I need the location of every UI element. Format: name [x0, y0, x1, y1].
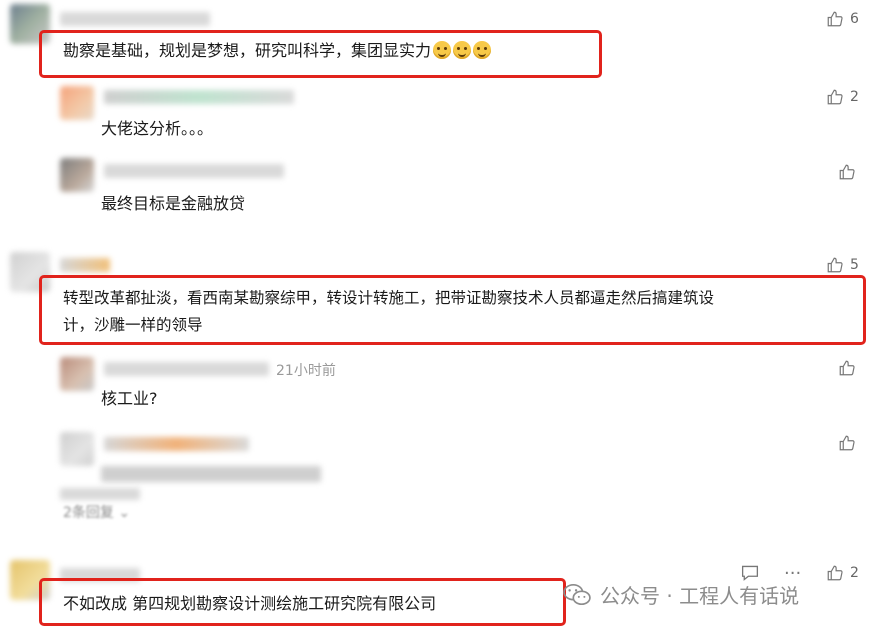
reply-text: 核工业? — [101, 389, 158, 408]
username-blurred[interactable] — [104, 437, 249, 451]
like-button[interactable]: 6 — [826, 10, 859, 28]
reply-text: 大佬这分析。。。 — [101, 119, 214, 138]
like-button[interactable] — [838, 163, 856, 181]
username-blurred[interactable] — [104, 164, 284, 178]
more-replies-link[interactable]: 2条回复 ⌄ — [63, 502, 130, 522]
like-count: 2 — [850, 89, 859, 105]
username-blurred[interactable] — [60, 258, 110, 272]
username-blurred[interactable] — [104, 362, 269, 376]
thumbs-up-icon — [839, 360, 855, 376]
avatar[interactable] — [60, 432, 94, 466]
wechat-icon — [563, 583, 591, 605]
username-blurred — [60, 488, 140, 500]
highlight-box — [39, 275, 866, 345]
like-button[interactable]: 2 — [826, 564, 859, 582]
highlight-box — [39, 30, 602, 78]
reply-text: 最终目标是金融放贷 — [101, 194, 246, 213]
highlight-box — [39, 578, 566, 626]
reply-text-blurred — [101, 466, 321, 482]
like-count: 2 — [850, 565, 859, 581]
thumbs-up-icon — [839, 164, 855, 180]
thumbs-up-icon — [827, 565, 843, 581]
thumbs-up-icon — [827, 89, 843, 105]
thumbs-up-icon — [827, 257, 843, 273]
avatar[interactable] — [60, 158, 94, 192]
like-button[interactable] — [838, 434, 856, 452]
username-blurred[interactable] — [104, 90, 294, 104]
like-count: 6 — [850, 11, 859, 27]
like-button[interactable]: 2 — [826, 88, 859, 106]
thumbs-up-icon — [827, 11, 843, 27]
thumbs-up-icon — [839, 435, 855, 451]
like-count: 5 — [850, 257, 859, 273]
avatar[interactable] — [60, 86, 94, 120]
avatar[interactable] — [60, 357, 94, 391]
like-button[interactable]: 5 — [826, 256, 859, 274]
watermark: 公众号 · 工程人有话说 — [562, 580, 799, 609]
reply-timestamp: 21小时前 — [276, 363, 336, 379]
username-blurred[interactable] — [60, 12, 210, 26]
like-button[interactable] — [838, 359, 856, 377]
chevron-down-icon: ⌄ — [118, 505, 131, 521]
watermark-text: 公众号 · 工程人有话说 — [600, 584, 800, 608]
